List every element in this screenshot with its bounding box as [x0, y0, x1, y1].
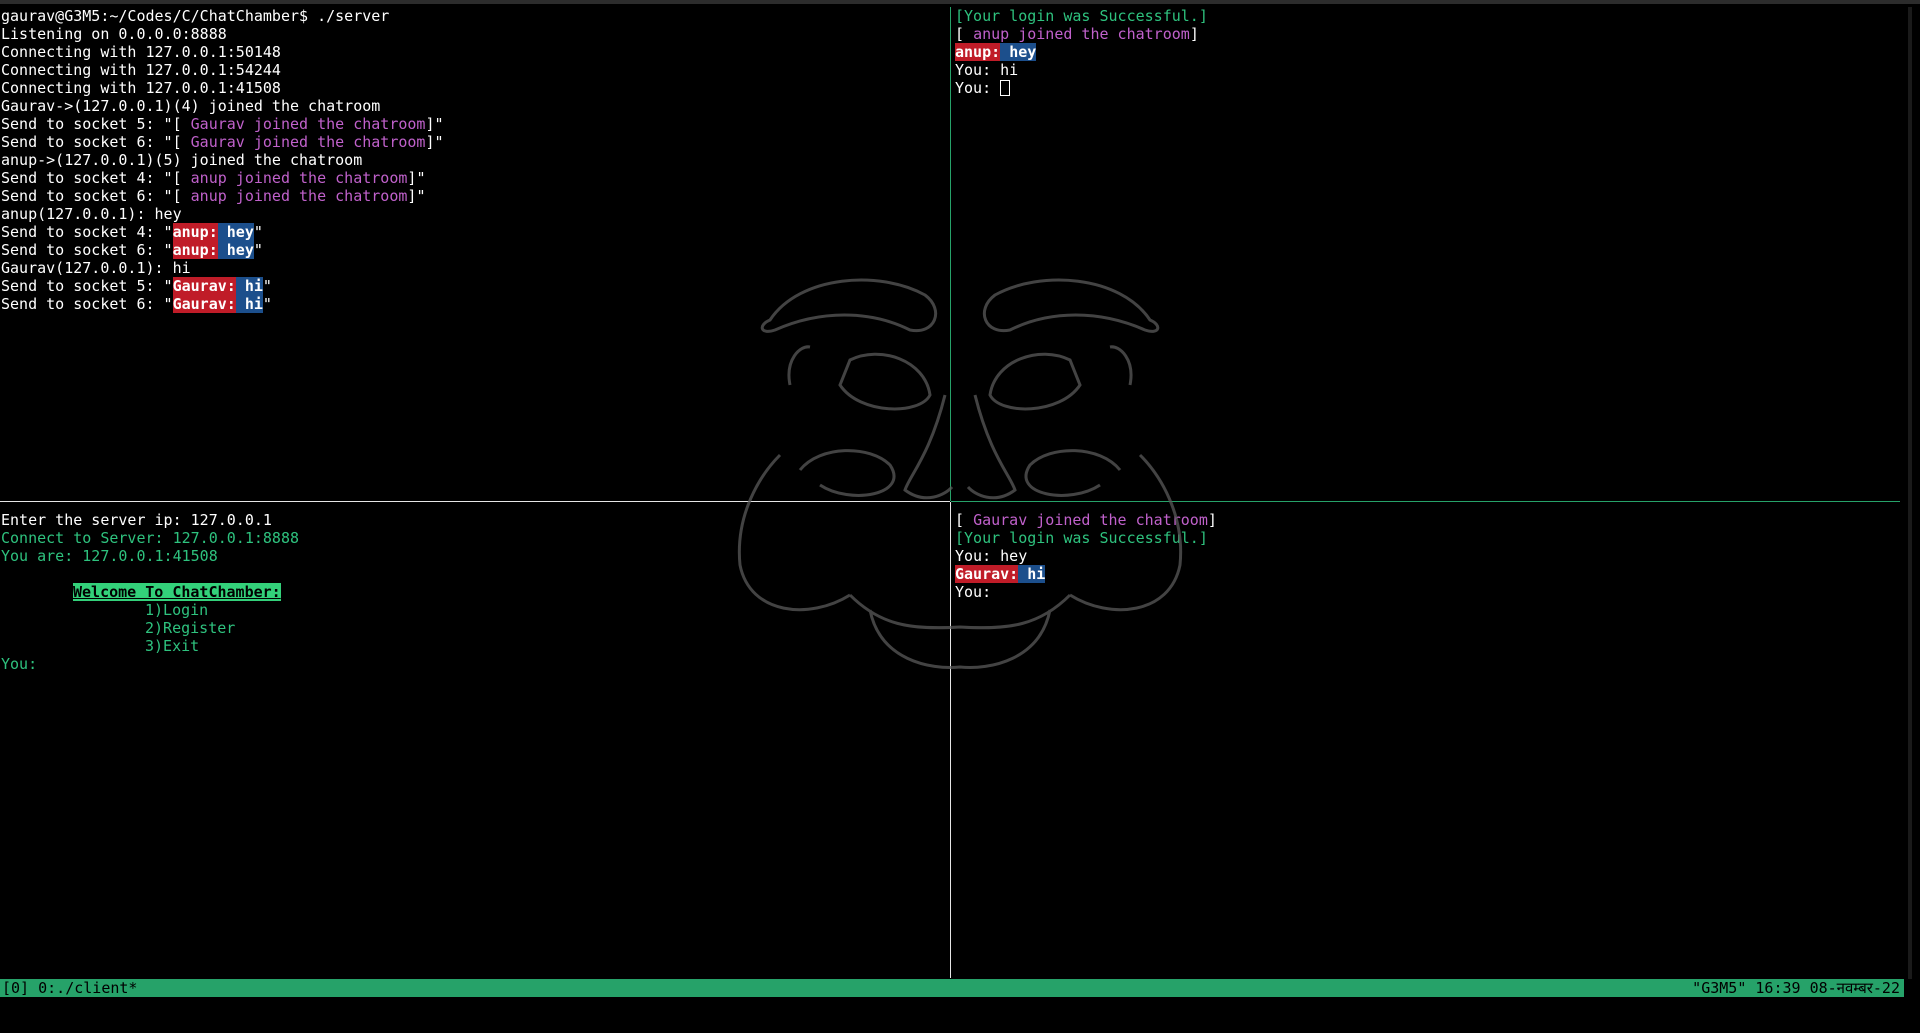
scrollbar[interactable] [1908, 7, 1912, 979]
server-send-line: Send to socket 4: "anup: hey" [1, 223, 263, 241]
server-log-line: Connecting with 127.0.0.1:41508 [1, 79, 281, 97]
message-badge: hey [217, 223, 254, 241]
server-send-line: Send to socket 5: "[ Gaurav joined the c… [1, 115, 444, 133]
sender-badge: anup: [172, 241, 218, 259]
text-cursor [1000, 80, 1011, 96]
window-list[interactable]: [0] 0:./client* [2, 979, 137, 997]
join-notice: anup joined the chatroom [190, 169, 408, 187]
shell-prompt: gaurav@G3M5:~/Codes/C/ChatChamber$ ./ser… [1, 7, 390, 25]
server-send-line: Send to socket 6: "[ Gaurav joined the c… [1, 133, 444, 151]
message-badge: hey [1000, 43, 1037, 61]
chat-input-line[interactable]: You: [955, 79, 1895, 97]
server-log-line: anup(127.0.0.1): hey [1, 205, 182, 223]
join-notice: Gaurav joined the chatroom [190, 115, 426, 133]
sender-badge: anup: [172, 223, 218, 241]
server-log-line: Gaurav->(127.0.0.1)(4) joined the chatro… [1, 97, 381, 115]
server-send-line: Send to socket 4: "[ anup joined the cha… [1, 169, 426, 187]
mask-watermark-icon [737, 278, 1183, 669]
sender-badge: anup: [955, 43, 1001, 61]
join-notice: anup joined the chatroom [190, 187, 408, 205]
message-badge: hi [235, 295, 263, 313]
welcome-banner: Welcome To ChatChamber: [73, 583, 281, 601]
join-notice: anup joined the chatroom [973, 25, 1190, 43]
message-badge: hey [217, 241, 254, 259]
sender-badge: Gaurav: [172, 277, 236, 295]
message-badge: hi [235, 277, 263, 295]
server-send-line: Send to socket 6: "[ anup joined the cha… [1, 187, 426, 205]
server-log-line: Connecting with 127.0.0.1:54244 [1, 61, 281, 79]
chat-message: anup: hey [955, 43, 1895, 61]
chat-message: You: hi [955, 61, 1019, 79]
window-top-edge [0, 0, 1920, 4]
server-log-line: anup->(127.0.0.1)(5) joined the chatroom [1, 151, 363, 169]
server-send-line: Send to socket 6: "anup: hey" [1, 241, 263, 259]
host-clock: "G3M5" 16:39 08-नवम्बर-22 [1692, 979, 1900, 997]
join-notice: Gaurav joined the chatroom [190, 133, 426, 151]
join-line: [ anup joined the chatroom] [955, 25, 1199, 43]
login-success-message: [Your login was Successful.] [955, 7, 1208, 25]
tmux-status-bar: [0] 0:./client* "G3M5" 16:39 08-नवम्बर-2… [0, 979, 1904, 997]
server-log-line: Listening on 0.0.0.0:8888 [1, 25, 227, 43]
sender-badge: Gaurav: [172, 295, 236, 313]
server-log-line: Connecting with 127.0.0.1:50148 [1, 43, 281, 61]
